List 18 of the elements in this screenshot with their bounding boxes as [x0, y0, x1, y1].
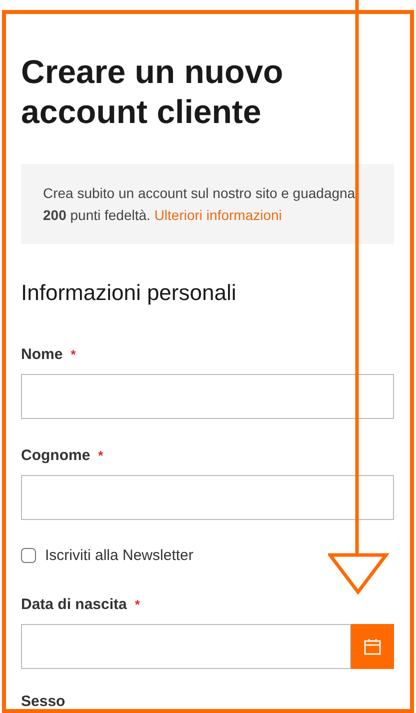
required-mark: * — [70, 347, 76, 362]
checkbox-label: Iscriviti alla Newsletter — [45, 547, 194, 564]
newsletter-checkbox[interactable] — [21, 548, 36, 563]
calendar-icon — [364, 638, 381, 654]
calendar-button[interactable] — [351, 624, 394, 669]
field-label: Sesso — [21, 693, 66, 710]
field-label: Data di nascita — [21, 596, 127, 613]
required-mark: * — [134, 597, 140, 612]
field-label: Cognome — [21, 447, 90, 464]
section-heading: Informazioni personali — [21, 279, 238, 307]
info-text: Crea subito un account sul nostro sito e guadagna 200 punti fedeltà. Ulteriori informazioni — [43, 185, 356, 223]
field-label: Nome — [21, 346, 63, 363]
page-title: Creare un nuovo account cliente — [21, 52, 284, 132]
text-field[interactable] — [21, 475, 394, 520]
required-mark: * — [98, 448, 104, 463]
text-field[interactable] — [21, 374, 394, 419]
date-field[interactable] — [21, 624, 351, 669]
more-info-link[interactable]: Ulteriori informazioni — [154, 207, 282, 223]
